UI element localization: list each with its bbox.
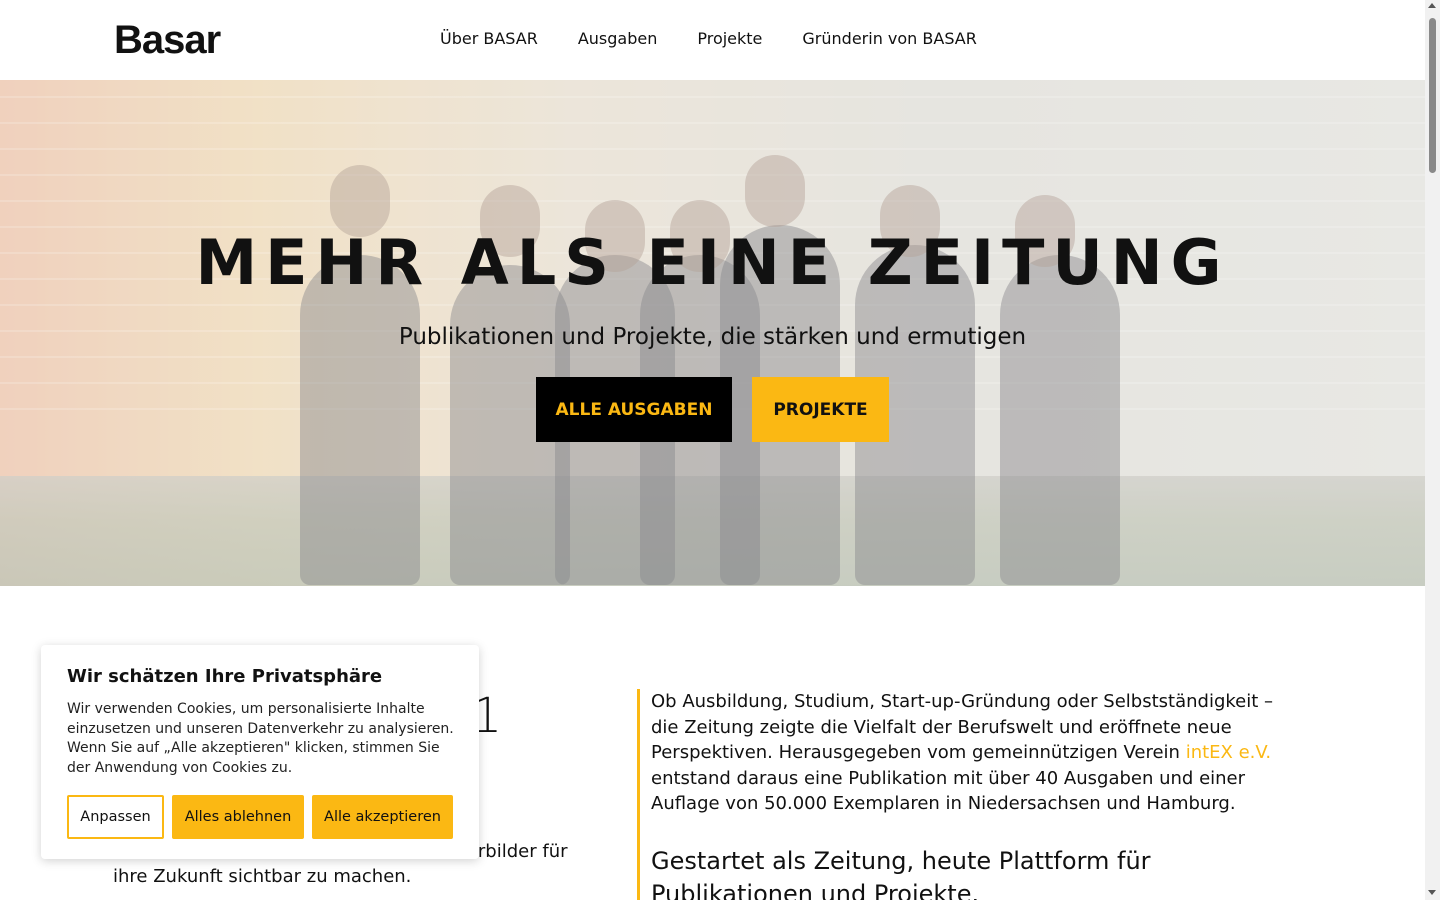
main-nav: Über BASAR Ausgaben Projekte Gründerin v… — [440, 28, 977, 50]
about-paragraph-start: Ob Ausbildung, Studium, Start-up-Gründun… — [651, 691, 1274, 763]
cookie-consent-banner: Wir schätzen Ihre Privatsphäre Wir verwe… — [41, 645, 479, 859]
cookie-title: Wir schätzen Ihre Privatsphäre — [67, 666, 383, 687]
cookie-reject-all-button[interactable]: Alles ablehnen — [172, 795, 304, 839]
cookie-text: Wir verwenden Cookies, um personalisiert… — [67, 701, 454, 776]
scrollbar-thumb[interactable] — [1429, 18, 1436, 173]
nav-item-projekte[interactable]: Projekte — [697, 28, 762, 50]
projects-button[interactable]: PROJEKTE — [752, 377, 889, 442]
nav-item-ausgaben[interactable]: Ausgaben — [578, 28, 658, 50]
quote-block: Ob Ausbildung, Studium, Start-up-Gründun… — [637, 689, 1297, 900]
site-logo[interactable]: Basar — [114, 20, 221, 60]
about-paragraph: Ob Ausbildung, Studium, Start-up-Gründun… — [651, 689, 1297, 817]
intex-link[interactable]: intEX e.V. — [1186, 742, 1271, 763]
site-header: Basar Über BASAR Ausgaben Projekte Gründ… — [0, 0, 1425, 80]
scroll-up-arrow-icon[interactable] — [1428, 3, 1436, 8]
hero-title: MEHR ALS EINE ZEITUNG — [195, 226, 1230, 299]
page-scrollbar[interactable] — [1425, 0, 1440, 900]
all-issues-button[interactable]: ALLE AUSGABEN — [536, 377, 732, 442]
about-paragraph-end: entstand daraus eine Publikation mit übe… — [651, 767, 1246, 815]
platform-heading: Gestartet als Zeitung, heute Plattform f… — [651, 846, 1151, 900]
hero-section: MEHR ALS EINE ZEITUNG Publikationen und … — [0, 80, 1425, 586]
nav-item-ueber-basar[interactable]: Über BASAR — [440, 28, 538, 50]
cookie-accept-all-button[interactable]: Alle akzeptieren — [312, 795, 453, 839]
scroll-down-arrow-icon[interactable] — [1428, 890, 1436, 895]
hero-subtitle: Publikationen und Projekte, die stärken … — [398, 324, 1027, 350]
nav-item-gruenderin[interactable]: Gründerin von BASAR — [802, 28, 976, 50]
cookie-customize-button[interactable]: Anpassen — [67, 795, 164, 839]
